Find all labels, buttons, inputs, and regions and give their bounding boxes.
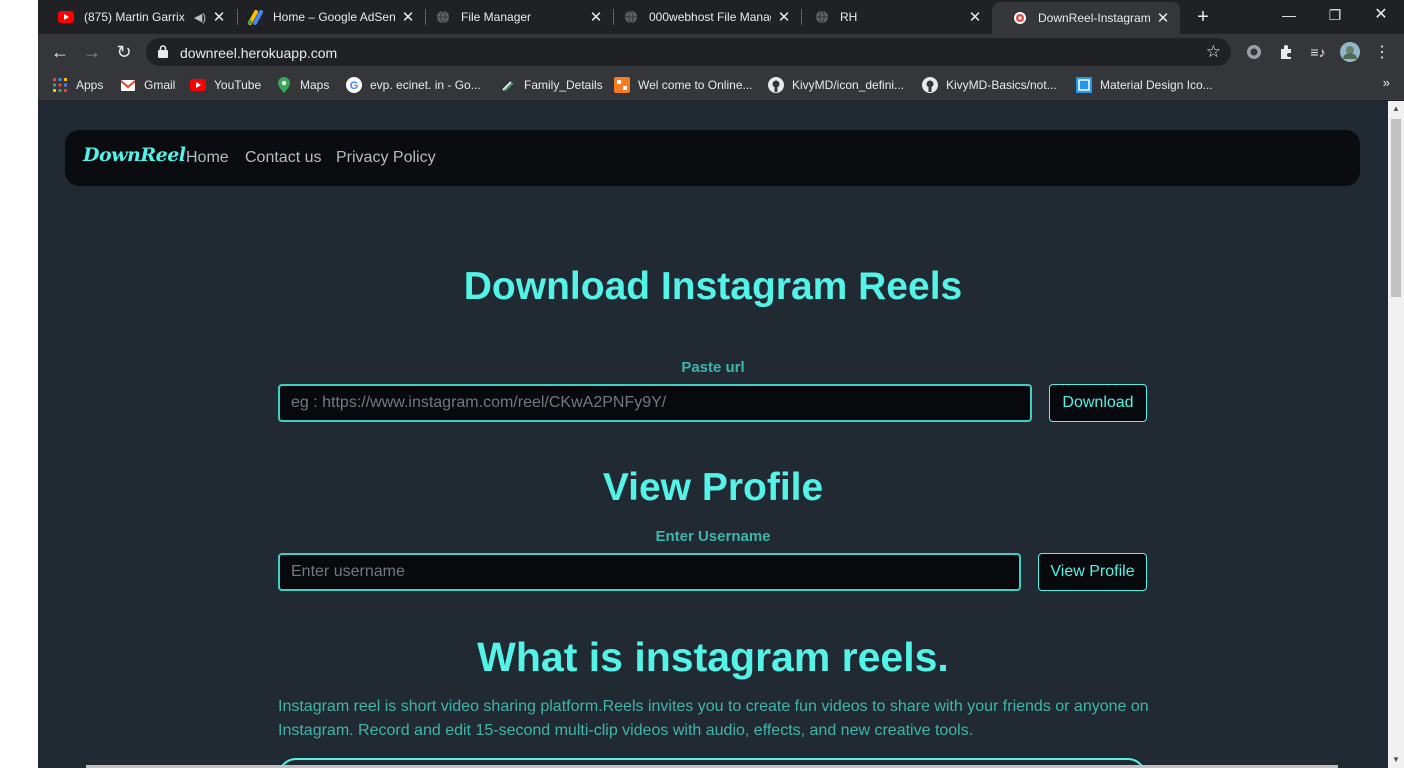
bookmark-star-icon[interactable]: ☆ — [1206, 42, 1221, 62]
browser-toolbar: ← → ↻ downreel.herokuapp.com ☆ ≡♪ ⋮ — [38, 34, 1404, 70]
tab-rh[interactable]: RH ✕ — [794, 0, 992, 34]
close-tab-icon[interactable]: ✕ — [1156, 9, 1170, 27]
bookmark-welcome-online[interactable]: Wel come to Online... — [614, 76, 753, 94]
profile-avatar[interactable] — [1340, 42, 1360, 62]
url-text: downreel.herokuapp.com — [180, 45, 338, 61]
more-bookmarks-icon[interactable]: » — [1383, 75, 1390, 90]
view-profile-title: View Profile — [602, 466, 824, 509]
new-tab-button[interactable]: + — [1192, 6, 1214, 28]
tab-000webhost[interactable]: 000webhost File Manager ✕ — [603, 0, 801, 34]
bookmark-material-design[interactable]: Material Design Ico... — [1076, 76, 1213, 94]
bookmark-label: Family_Details — [524, 78, 603, 92]
extension-circle-icon[interactable] — [1244, 42, 1264, 62]
bookmark-label: KivyMD-Basics/not... — [946, 78, 1057, 92]
close-window-button[interactable]: ✕ — [1367, 4, 1395, 26]
tab-downreel[interactable]: DownReel-Instagram Reels ✕ — [992, 2, 1180, 34]
download-title: Download Instagram Reels — [463, 265, 963, 308]
bookmark-family-details[interactable]: Family_Details — [500, 76, 603, 94]
bookmark-label: Gmail — [144, 78, 176, 92]
address-bar[interactable]: downreel.herokuapp.com ☆ — [146, 38, 1231, 66]
username-label: Enter Username — [655, 528, 771, 545]
scrollbar-thumb[interactable] — [1391, 119, 1401, 297]
bookmarks-bar: Apps Gmail YouTube Maps G evp. ecinet. i… — [38, 70, 1404, 100]
tab-adsense[interactable]: Home – Google AdSense ✕ — [227, 0, 425, 34]
pen-icon — [500, 77, 516, 93]
youtube-icon — [190, 77, 206, 93]
bookmark-kivymd-basics[interactable]: KivyMD-Basics/not... — [922, 76, 1057, 94]
maps-pin-icon — [276, 77, 292, 93]
tab-title: Home – Google AdSense — [273, 10, 395, 24]
globe-icon — [814, 9, 830, 25]
site-navbar: DownReel Home Contact us Privacy Policy — [65, 130, 1360, 186]
tab-title: DownReel-Instagram Reels — [1038, 11, 1150, 25]
vertical-scrollbar[interactable]: ▲ ▼ — [1388, 101, 1404, 768]
tab-title: 000webhost File Manager — [649, 10, 771, 24]
download-button[interactable]: Download — [1049, 384, 1147, 422]
svg-text:G: G — [350, 80, 359, 92]
puzzle-extensions-icon[interactable] — [1276, 42, 1296, 62]
gmail-icon — [120, 77, 136, 93]
downreel-icon — [1012, 10, 1028, 26]
material-design-icon — [1076, 77, 1092, 93]
scroll-up-icon[interactable]: ▲ — [1388, 101, 1404, 117]
tab-title: File Manager — [461, 10, 532, 24]
apps-grid-icon — [52, 77, 68, 93]
globe-icon — [435, 9, 451, 25]
menu-kebab-icon[interactable]: ⋮ — [1372, 42, 1392, 62]
bookmark-maps[interactable]: Maps — [276, 76, 329, 94]
restore-button[interactable]: ❐ — [1321, 4, 1349, 26]
forward-arrow-icon[interactable]: → — [80, 40, 104, 64]
bookmark-label: YouTube — [214, 78, 262, 92]
bookmark-label: evp. ecinet. in - Go... — [370, 78, 481, 92]
about-reels-title: What is instagram reels. — [477, 634, 949, 680]
nav-contact-link[interactable]: Contact us — [245, 149, 321, 167]
bookmark-label: Material Design Ico... — [1100, 78, 1213, 92]
youtube-icon — [58, 9, 74, 25]
tab-strip: (875) Martin Garrix ◀) ✕ Home – Google A… — [38, 0, 1404, 34]
scroll-down-icon[interactable]: ▼ — [1388, 752, 1404, 768]
reel-url-input[interactable]: eg : https://www.instagram.com/reel/CKwA… — [278, 384, 1032, 422]
tab-title: (875) Martin Garrix — [84, 10, 185, 24]
adsense-icon — [247, 9, 263, 25]
bookmark-label: Maps — [300, 78, 330, 92]
speaker-icon[interactable]: ◀) — [194, 11, 206, 24]
about-reels-text: Instagram reel is short video sharing pl… — [278, 698, 1149, 739]
globe-icon — [623, 9, 639, 25]
username-input[interactable]: Enter username — [278, 553, 1021, 591]
lock-icon — [158, 45, 168, 63]
bookmark-label: KivyMD/icon_defini... — [792, 78, 905, 92]
tab-youtube[interactable]: (875) Martin Garrix ◀) ✕ — [38, 0, 236, 34]
github-icon — [768, 77, 784, 93]
close-tab-icon[interactable]: ✕ — [589, 8, 603, 26]
bookmark-kivymd-icon[interactable]: KivyMD/icon_defini... — [768, 76, 904, 94]
close-tab-icon[interactable]: ✕ — [777, 8, 791, 26]
bookmark-evp[interactable]: G evp. ecinet. in - Go... — [346, 76, 481, 94]
page-content: DownReel Home Contact us Privacy Policy … — [38, 101, 1388, 768]
bookmark-apps[interactable]: Apps — [52, 76, 103, 94]
view-profile-button[interactable]: View Profile — [1038, 553, 1147, 591]
tab-title: RH — [840, 10, 858, 24]
close-tab-icon[interactable]: ✕ — [212, 8, 226, 26]
google-icon: G — [346, 77, 362, 93]
close-tab-icon[interactable]: ✕ — [401, 8, 415, 26]
nav-home-link[interactable]: Home — [186, 149, 229, 167]
bookmark-youtube[interactable]: YouTube — [190, 76, 261, 94]
browser-window: (875) Martin Garrix ◀) ✕ Home – Google A… — [38, 0, 1404, 768]
bookmark-label: Apps — [76, 78, 104, 92]
site-logo[interactable]: DownReel — [83, 144, 186, 166]
close-tab-icon[interactable]: ✕ — [968, 8, 982, 26]
minimize-button[interactable]: — — [1275, 4, 1303, 26]
online-icon — [614, 77, 630, 93]
tab-file-manager[interactable]: File Manager ✕ — [415, 0, 613, 34]
bookmark-gmail[interactable]: Gmail — [120, 76, 175, 94]
paste-url-label: Paste url — [681, 359, 745, 376]
nav-privacy-link[interactable]: Privacy Policy — [336, 149, 436, 167]
reload-icon[interactable]: ↻ — [112, 40, 136, 64]
github-icon — [922, 77, 938, 93]
back-arrow-icon[interactable]: ← — [48, 40, 72, 64]
bookmark-label: Wel come to Online... — [638, 78, 753, 92]
media-controls-icon[interactable]: ≡♪ — [1308, 42, 1328, 62]
